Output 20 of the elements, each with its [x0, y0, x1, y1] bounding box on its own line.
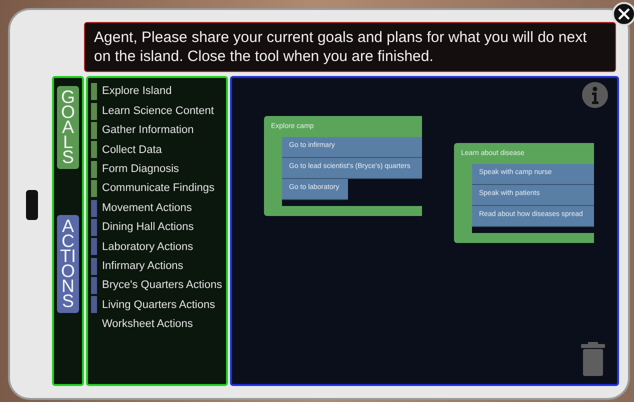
category-item[interactable]: Collect Data: [102, 142, 162, 158]
category-item[interactable]: Dining Hall Actions: [102, 219, 194, 236]
category-item[interactable]: Worksheet Actions: [102, 316, 193, 333]
category-item[interactable]: Movement Actions: [102, 200, 192, 216]
category-item[interactable]: Gather Information: [102, 122, 194, 139]
close-icon: [617, 7, 631, 21]
category-item[interactable]: Explore Island: [102, 83, 172, 100]
category-tab[interactable]: ACTIONS: [57, 215, 79, 313]
category-item[interactable]: Communicate Findings: [102, 180, 214, 197]
prompt-message: Agent, Please share your current goals and plans for what you will do next on the island. Close the tool when you are finished.: [84, 22, 616, 72]
category-item[interactable]: Form Diagnosis: [102, 161, 180, 178]
category-item[interactable]: Infirmary Actions: [102, 258, 184, 274]
side-handle[interactable]: [26, 190, 38, 220]
trash-icon[interactable]: [581, 342, 605, 376]
info-icon[interactable]: [581, 81, 609, 109]
close-button[interactable]: [612, 2, 634, 26]
category-item[interactable]: Bryce's Quarters Actions: [102, 277, 222, 294]
category-item[interactable]: Learn Science Content: [102, 102, 214, 120]
category-item[interactable]: Laboratory Actions: [102, 238, 194, 256]
category-item[interactable]: Living Quarters Actions: [102, 296, 216, 314]
